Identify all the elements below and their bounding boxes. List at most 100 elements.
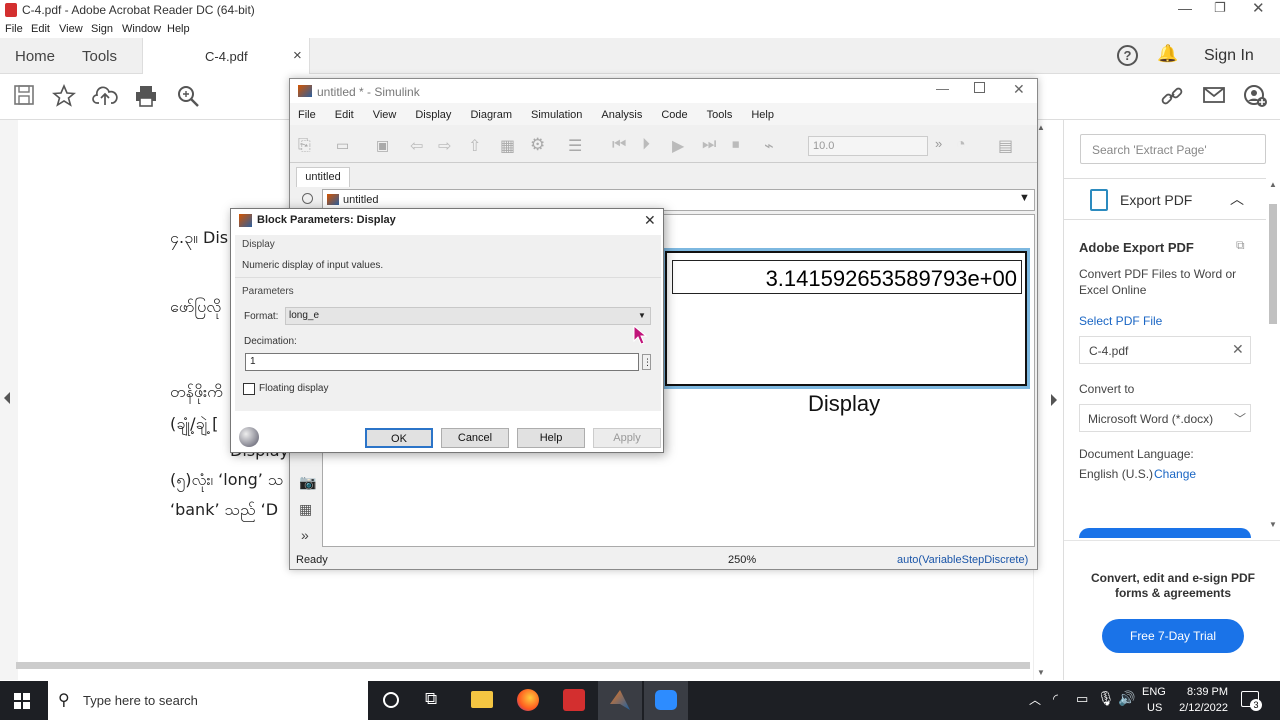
settings-gear-icon[interactable]: ⚙	[530, 135, 545, 155]
select-pdf-link[interactable]: Select PDF File	[1079, 314, 1162, 328]
grid-options-icon[interactable]: ▤	[998, 136, 1013, 156]
more-options-icon[interactable]: »	[935, 136, 942, 151]
bookmark-star-icon[interactable]	[51, 83, 77, 110]
show-hidden-icons-icon[interactable]: ︿	[1029, 691, 1041, 708]
ok-button[interactable]: OK	[365, 428, 433, 448]
maximize-icon[interactable]	[974, 82, 985, 93]
convert-button-partial[interactable]	[1079, 528, 1251, 538]
step-forward-icon[interactable]: ⏭	[702, 136, 716, 154]
model-explorer-icon[interactable]: ☰	[568, 136, 582, 156]
decimation-input[interactable]: 1	[245, 353, 639, 371]
volume-icon[interactable]: 🔊	[1118, 690, 1135, 707]
tab-close-icon[interactable]: ×	[293, 47, 302, 64]
save-icon[interactable]: ▣	[376, 137, 389, 154]
menu-help[interactable]: Help	[167, 23, 190, 35]
display-icon[interactable]: ▭	[1076, 691, 1088, 707]
format-select[interactable]: long_e ▼	[285, 307, 651, 325]
zoom-taskbar-button[interactable]	[644, 681, 688, 720]
share-link-icon[interactable]	[1159, 84, 1185, 110]
sim-menu-file[interactable]: File	[298, 109, 316, 121]
firefox-icon[interactable]	[517, 689, 539, 711]
play-icon[interactable]: ▶	[672, 136, 684, 156]
close-icon[interactable]: ✕	[1013, 81, 1025, 98]
scope-icon[interactable]: ⌁	[764, 136, 774, 156]
restore-icon[interactable]: ❐	[1214, 0, 1226, 16]
step-back-icon[interactable]: ⏮	[612, 136, 626, 154]
sim-menu-tools[interactable]: Tools	[707, 109, 733, 121]
menu-window[interactable]: Window	[122, 23, 161, 35]
tab-untitled[interactable]: untitled	[296, 167, 350, 187]
minimize-icon[interactable]: —	[1178, 0, 1192, 16]
export-pdf-header[interactable]: Export PDF ︿	[1064, 178, 1266, 220]
microphone-icon[interactable]: 🎙	[1097, 690, 1115, 707]
task-view-icon[interactable]: ⧉	[425, 689, 437, 709]
scroll-thumb[interactable]	[1269, 204, 1277, 324]
run-icon[interactable]: ⏵	[642, 136, 650, 154]
selected-file-field[interactable]: C-4.pdf ✕	[1079, 336, 1251, 364]
right-pane-scrollbar[interactable]: ▲ ▼	[1267, 180, 1279, 530]
convert-to-select[interactable]: Microsoft Word (*.docx) ﹀	[1079, 404, 1251, 432]
camera-icon[interactable]: 📷	[299, 474, 316, 491]
print-icon[interactable]	[133, 84, 159, 110]
forward-arrow-icon[interactable]: ⇨	[438, 136, 451, 156]
sim-menu-simulation[interactable]: Simulation	[531, 109, 582, 121]
copy-icon[interactable]: ⧉	[1236, 238, 1245, 253]
sim-menu-code[interactable]: Code	[661, 109, 687, 121]
clock-time[interactable]: 8:39 PM	[1180, 686, 1228, 698]
minimize-icon[interactable]: —	[936, 81, 949, 96]
sim-menu-edit[interactable]: Edit	[335, 109, 354, 121]
expand-left-pane-icon[interactable]	[4, 392, 10, 404]
change-language-link[interactable]: Change	[1154, 467, 1196, 481]
tab-tools[interactable]: Tools	[82, 48, 117, 65]
display-block[interactable]: 3.141592653589793e+00	[662, 248, 1030, 389]
area-icon[interactable]: ▦	[299, 501, 312, 518]
acrobat-taskbar-icon[interactable]	[563, 689, 585, 711]
tab-document[interactable]: C-4.pdf ×	[142, 38, 310, 74]
add-user-icon[interactable]	[1242, 84, 1268, 110]
chevron-up-icon[interactable]: ︿	[1230, 189, 1244, 209]
document-horizontal-scrollbar[interactable]	[16, 662, 1030, 669]
clear-file-icon[interactable]: ✕	[1232, 341, 1244, 358]
dialog-close-icon[interactable]: ✕	[644, 212, 656, 229]
hide-browser-icon[interactable]	[302, 193, 313, 204]
scroll-down-icon[interactable]: ▼	[1037, 668, 1045, 677]
sim-menu-help[interactable]: Help	[751, 109, 774, 121]
menu-view[interactable]: View	[59, 23, 83, 35]
up-arrow-icon[interactable]: ⇧	[468, 136, 481, 156]
menu-file[interactable]: File	[5, 23, 23, 35]
email-icon[interactable]	[1201, 84, 1227, 110]
sim-menu-diagram[interactable]: Diagram	[470, 109, 512, 121]
stop-time-input[interactable]: 10.0	[808, 136, 928, 156]
sim-menu-display[interactable]: Display	[415, 109, 451, 121]
upload-cloud-icon[interactable]	[92, 84, 118, 110]
close-icon[interactable]: ✕	[1252, 0, 1265, 17]
floating-display-checkbox[interactable]	[243, 383, 255, 395]
cortana-icon[interactable]	[383, 692, 399, 708]
scroll-up-icon[interactable]: ▲	[1037, 123, 1045, 132]
zoom-search-icon[interactable]	[175, 84, 201, 110]
bell-icon[interactable]: 🔔	[1157, 44, 1178, 64]
input-language[interactable]: ENG	[1142, 686, 1166, 698]
stop-icon[interactable]: ⏹	[732, 136, 740, 153]
expand-palette-icon[interactable]: »	[301, 527, 309, 543]
sim-mode-icon[interactable]: ◔	[956, 136, 966, 154]
library-icon[interactable]: ▦	[500, 136, 515, 156]
windows-start-icon[interactable]	[14, 693, 30, 709]
open-folder-icon[interactable]: ▭	[336, 137, 349, 154]
file-explorer-icon[interactable]	[471, 691, 493, 708]
collapse-right-pane-icon[interactable]	[1051, 394, 1057, 406]
free-trial-button[interactable]: Free 7-Day Trial	[1102, 619, 1244, 653]
tab-home[interactable]: Home	[15, 48, 55, 65]
menu-edit[interactable]: Edit	[31, 23, 50, 35]
sign-in-link[interactable]: Sign In	[1204, 47, 1254, 65]
help-icon[interactable]: ?	[1117, 45, 1138, 66]
help-button[interactable]: Help	[517, 428, 585, 448]
status-solver[interactable]: auto(VariableStepDiscrete)	[897, 554, 1028, 566]
taskbar-search-box[interactable]: ⚲ Type here to search	[48, 681, 368, 720]
matlab-taskbar-button[interactable]	[598, 681, 642, 720]
edit-options-icon[interactable]: ⋮	[642, 354, 652, 370]
save-icon[interactable]	[11, 84, 37, 110]
back-arrow-icon[interactable]: ⇦	[410, 136, 423, 156]
sim-menu-analysis[interactable]: Analysis	[601, 109, 642, 121]
tool-search-input[interactable]: Search 'Extract Page'	[1080, 134, 1266, 164]
